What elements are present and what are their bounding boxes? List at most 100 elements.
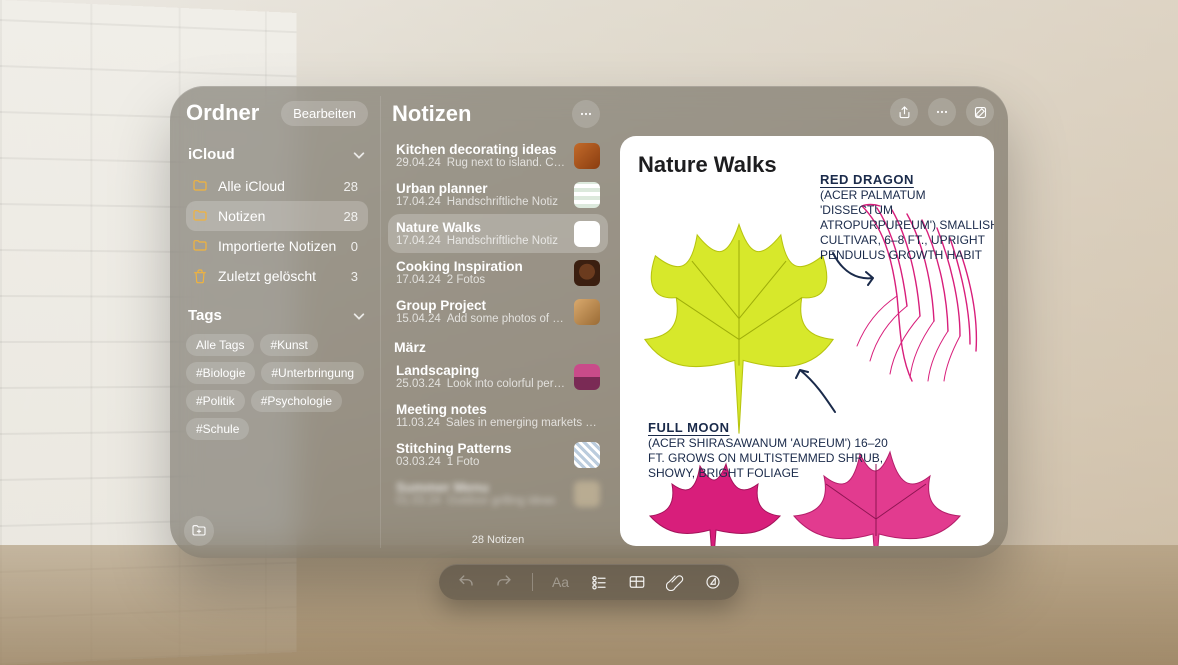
arrow-icon	[790, 362, 840, 417]
folder-label: Notizen	[218, 208, 334, 224]
notes-group-heading: März	[388, 331, 608, 357]
tag-pill[interactable]: #Biologie	[186, 362, 255, 384]
chevron-down-icon	[352, 309, 366, 323]
folder-item[interactable]: Notizen28	[186, 201, 368, 231]
note-item[interactable]: Meeting notes11.03.24Sales in emerging m…	[388, 396, 608, 435]
note-text: Cooking Inspiration17.04.242 Fotos	[396, 259, 566, 286]
section-label: Tags	[188, 307, 222, 324]
note-subtitle: 17.04.242 Fotos	[396, 274, 566, 286]
note-list: Kitchen decorating ideas29.04.24Rug next…	[388, 136, 608, 530]
note-text: Group Project15.04.24Add some photos of …	[396, 298, 566, 325]
format-toolbar: Aa	[439, 564, 739, 600]
notes-more-button[interactable]	[572, 100, 600, 128]
note-thumbnail	[574, 143, 600, 169]
note-subtitle: 25.03.24Look into colorful peren…	[396, 378, 566, 390]
section-tags[interactable]: Tags	[186, 301, 368, 330]
markup-icon	[704, 573, 722, 591]
note-thumbnail	[574, 299, 600, 325]
chevron-down-icon	[352, 148, 366, 162]
note-title: Landscaping	[396, 363, 566, 378]
note-subtitle: 15.04.24Add some photos of thei…	[396, 313, 566, 325]
tag-pill[interactable]: Alle Tags	[186, 334, 254, 356]
folder-count: 0	[351, 239, 358, 254]
section-label: iCloud	[188, 146, 235, 163]
tag-pill[interactable]: #Schule	[186, 418, 249, 440]
note-item[interactable]: Stitching Patterns03.03.241 Foto	[388, 435, 608, 474]
attachment-button[interactable]	[665, 572, 685, 592]
markup-button[interactable]	[703, 572, 723, 592]
text-format-button: Aa	[551, 572, 571, 592]
annotation-heading: RED DRAGON	[820, 172, 994, 188]
redo-icon	[495, 573, 513, 591]
note-subtitle: 29.04.24Rug next to island. Cont…	[396, 157, 566, 169]
folder-item[interactable]: Alle iCloud 28	[186, 171, 368, 201]
note-thumbnail	[574, 260, 600, 286]
undo-button	[456, 572, 476, 592]
share-button[interactable]	[890, 98, 918, 126]
folder-icon	[192, 238, 208, 254]
tag-pill[interactable]: #Unterbringung	[261, 362, 364, 384]
notes-title: Notizen	[392, 101, 471, 127]
note-item[interactable]: Nature Walks17.04.24Handschriftliche Not…	[388, 214, 608, 253]
note-title: Group Project	[396, 298, 566, 313]
redo-button	[494, 572, 514, 592]
note-subtitle: 01.03.24Outdoor grilling ideas	[396, 495, 566, 507]
note-thumbnail	[574, 442, 600, 468]
document[interactable]: Nature Walks	[620, 136, 994, 546]
note-thumbnail	[574, 364, 600, 390]
note-item[interactable]: Kitchen decorating ideas29.04.24Rug next…	[388, 136, 608, 175]
content-more-button[interactable]	[928, 98, 956, 126]
app-window: Ordner Bearbeiten iCloud Alle iCloud 28 No…	[170, 86, 1008, 558]
note-subtitle: 17.04.24Handschriftliche Notiz	[396, 235, 566, 247]
ellipsis-icon	[578, 106, 594, 122]
content-actions	[620, 98, 994, 126]
compose-button[interactable]	[966, 98, 994, 126]
folder-list: Alle iCloud28Notizen28Importierte Notize…	[186, 171, 368, 291]
room-floor	[0, 545, 1178, 665]
tag-pill[interactable]: #Kunst	[260, 334, 317, 356]
share-icon	[897, 105, 912, 120]
note-text: Kitchen decorating ideas29.04.24Rug next…	[396, 142, 566, 169]
sidebar: Ordner Bearbeiten iCloud Alle iCloud 28 No…	[170, 86, 380, 558]
undo-icon	[457, 573, 475, 591]
notes-column: Notizen Kitchen decorating ideas29.04.24…	[380, 86, 612, 558]
note-title: Summer Menu	[396, 480, 566, 495]
folder-label: Importierte Notizen	[218, 238, 341, 254]
note-title: Cooking Inspiration	[396, 259, 566, 274]
note-item[interactable]: Summer Menu01.03.24Outdoor grilling idea…	[388, 474, 608, 513]
trash-icon	[192, 268, 208, 284]
sidebar-title: Ordner	[186, 100, 259, 126]
note-text: Summer Menu01.03.24Outdoor grilling idea…	[396, 480, 566, 507]
checklist-button[interactable]	[589, 572, 609, 592]
folder-item[interactable]: Zuletzt gelöscht3	[186, 261, 368, 291]
note-item[interactable]: Landscaping25.03.24Look into colorful pe…	[388, 357, 608, 396]
note-thumbnail	[574, 221, 600, 247]
note-text: Landscaping25.03.24Look into colorful pe…	[396, 363, 566, 390]
note-item[interactable]: Urban planner17.04.24Handschriftliche No…	[388, 175, 608, 214]
note-title: Nature Walks	[396, 220, 566, 235]
arrow-icon	[828, 248, 878, 288]
edit-button[interactable]: Bearbeiten	[281, 101, 368, 126]
folder-count: 3	[351, 269, 358, 284]
note-text: Meeting notes11.03.24Sales in emerging m…	[396, 402, 600, 429]
folder-item[interactable]: Importierte Notizen 0	[186, 231, 368, 261]
tags-wrap: Alle Tags #Kunst#Biologie #Unterbringung #P…	[186, 334, 368, 440]
toolbar-separator	[532, 573, 533, 591]
folder-count: 28	[344, 179, 358, 194]
note-title: Urban planner	[396, 181, 566, 196]
note-item[interactable]: Cooking Inspiration17.04.242 Fotos	[388, 253, 608, 292]
note-title: Kitchen decorating ideas	[396, 142, 566, 157]
note-item[interactable]: Group Project15.04.24Add some photos of …	[388, 292, 608, 331]
content-pane: Nature Walks	[612, 86, 1008, 558]
compose-icon	[973, 105, 988, 120]
tag-pill[interactable]: #Psychologie	[251, 390, 342, 412]
section-icloud[interactable]: iCloud	[186, 140, 368, 169]
ellipsis-icon	[934, 104, 950, 120]
note-title: Stitching Patterns	[396, 441, 566, 456]
table-button[interactable]	[627, 572, 647, 592]
new-folder-button[interactable]	[184, 516, 214, 546]
tag-pill[interactable]: #Politik	[186, 390, 245, 412]
paperclip-icon	[666, 573, 684, 591]
notes-count: 28 Notizen	[388, 530, 608, 552]
folder-label: Alle iCloud	[218, 178, 334, 194]
